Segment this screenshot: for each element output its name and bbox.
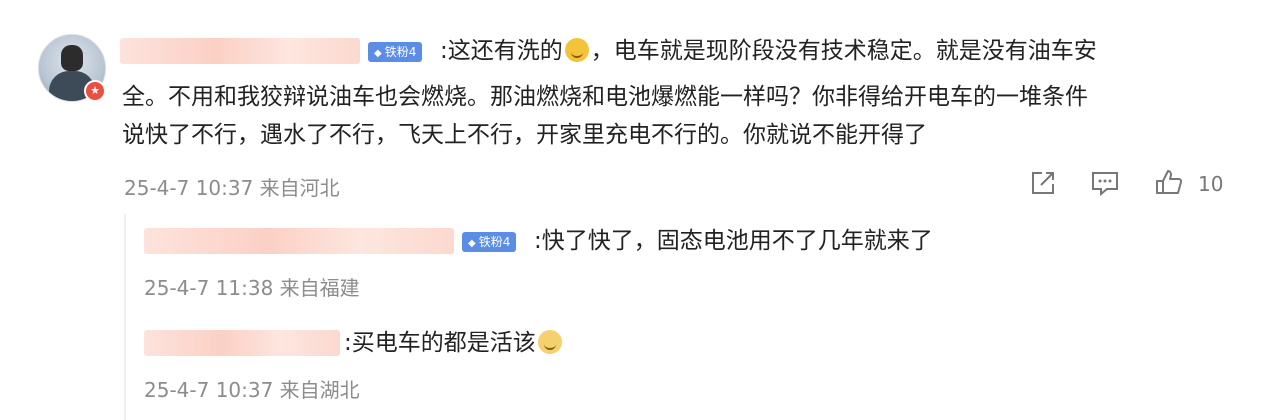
- laugh-cry-emoji-icon: [564, 38, 589, 62]
- fan-level-badge[interactable]: ◆ 铁粉4: [368, 42, 423, 62]
- reply-meta: 25-4-7 10:37 来自湖北: [144, 378, 360, 402]
- reply-username-masked[interactable]: [144, 228, 454, 254]
- reply-username-masked[interactable]: [144, 330, 340, 356]
- comment-text-line2: 全。不用和我狡辩说油车也会燃烧。那油燃烧和电池爆燃能一样吗？你非得给开电车的一堆…: [122, 84, 1088, 110]
- comment-meta: 25-4-7 10:37 来自河北: [124, 176, 340, 200]
- reply-text: :买电车的都是活该: [344, 324, 564, 362]
- verified-badge-icon: ★: [84, 80, 106, 102]
- like-count: 10: [1198, 172, 1224, 196]
- comment-text-line3: 说快了不行，遇水了不行，飞天上不行，开家里充电不行的。你就说不能开得了: [122, 122, 927, 148]
- like-icon[interactable]: [1154, 168, 1184, 198]
- reply-fan-level-badge[interactable]: ◆ 铁粉4: [462, 232, 517, 252]
- reply-text: :快了快了，固态电池用不了几年就来了: [534, 228, 933, 254]
- diamond-icon: ◆: [468, 238, 476, 249]
- cat-emoji-icon: [537, 330, 562, 354]
- username-masked[interactable]: [120, 38, 360, 64]
- share-icon[interactable]: [1028, 168, 1058, 198]
- comment-icon[interactable]: [1090, 168, 1120, 198]
- diamond-icon: ◆: [374, 48, 382, 59]
- comment-text-line1: :这还有洗的 ，电车就是现阶段没有技术稳定。就是没有油车安: [440, 38, 1097, 64]
- reply-meta: 25-4-7 11:38 来自福建: [144, 276, 360, 300]
